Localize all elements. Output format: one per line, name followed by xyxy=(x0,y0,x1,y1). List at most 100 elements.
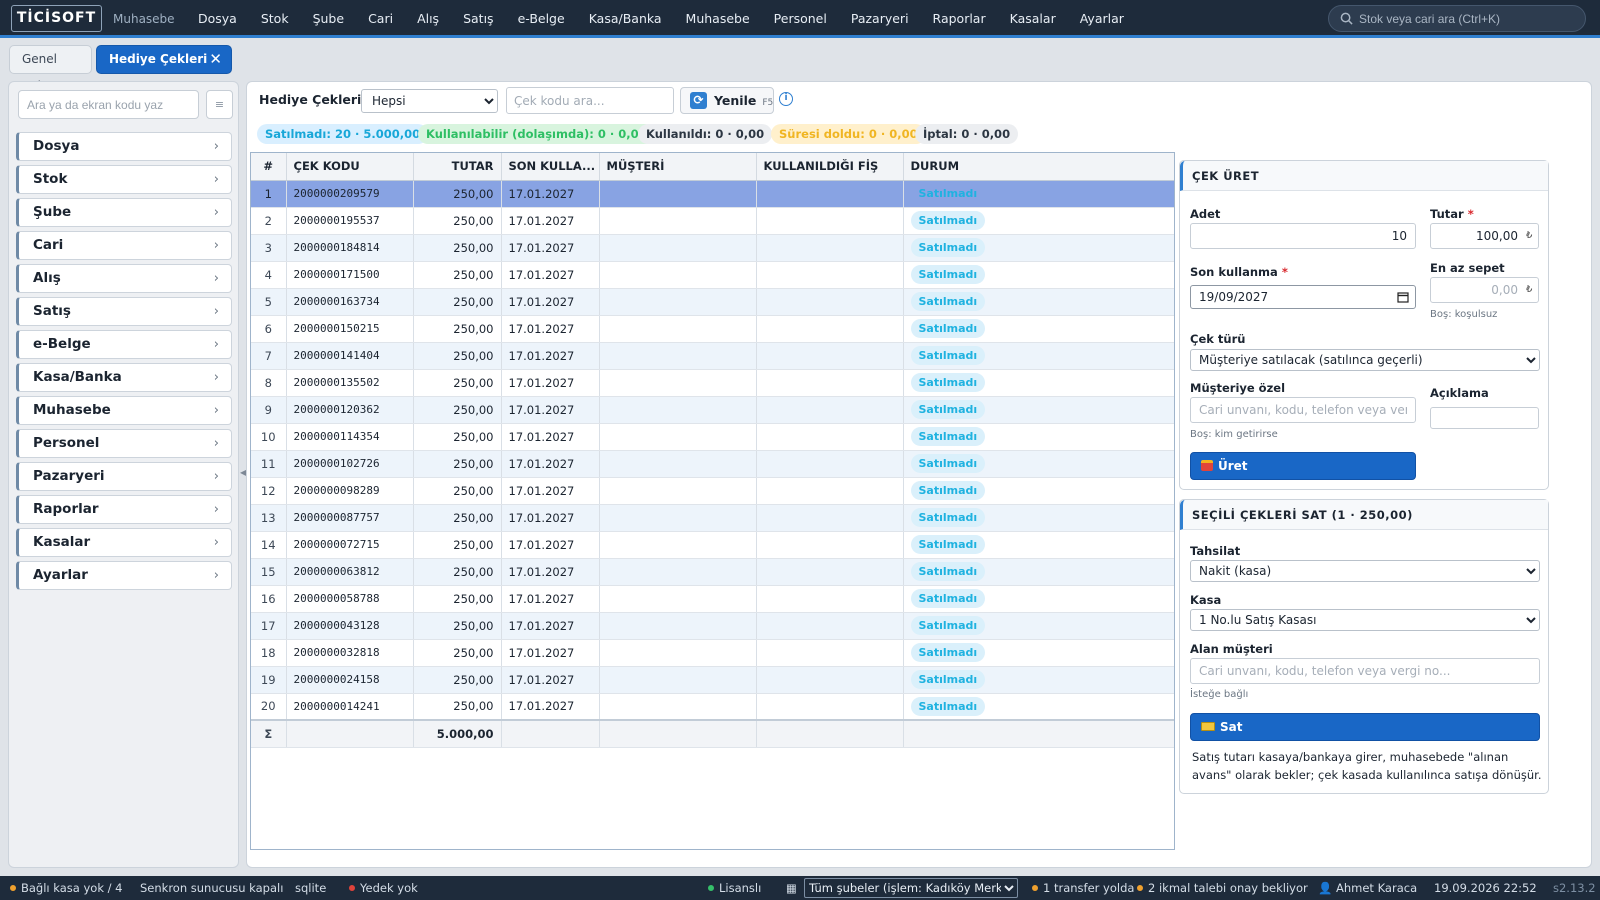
calendar-icon[interactable] xyxy=(1397,291,1409,303)
status-filter-select[interactable]: Hepsi xyxy=(361,89,498,113)
menu-item-7[interactable]: Kasa/Banka xyxy=(589,0,662,38)
sidebar-item-1[interactable]: Stok › xyxy=(16,165,232,194)
menu-item-0[interactable]: Dosya xyxy=(198,0,237,38)
tab-overview[interactable]: Genel Bakış xyxy=(9,45,92,93)
voucher-code: 2000000063812 xyxy=(286,558,414,586)
menu-item-9[interactable]: Personel xyxy=(774,0,827,38)
sidebar-item-label: Stok xyxy=(33,171,68,187)
sidebar-item-7[interactable]: Kasa/Banka › xyxy=(16,363,232,392)
voucher-code-search-input[interactable] xyxy=(506,87,674,114)
min-basket-input[interactable] xyxy=(1430,277,1539,303)
status-transfer[interactable]: 1 transfer yolda xyxy=(1032,876,1134,900)
menu-item-8[interactable]: Muhasebe xyxy=(686,0,750,38)
expiry-date-input[interactable]: 19/09/2027 xyxy=(1190,285,1416,309)
menu-item-6[interactable]: e-Belge xyxy=(518,0,565,38)
sidebar-item-9[interactable]: Personel › xyxy=(16,429,232,458)
table-row[interactable]: 3 2000000184814 250,00 17.01.2027 Satılmadı xyxy=(251,234,1174,262)
warning-dot-icon xyxy=(1032,885,1038,891)
voucher-receipt xyxy=(756,639,904,667)
cashbox-label: Kasa xyxy=(1190,593,1222,607)
status-user[interactable]: 👤 Ahmet Karaca xyxy=(1318,876,1417,900)
summary-used[interactable]: Kullanıldı: 0 · 0,00 xyxy=(638,124,773,144)
table-row[interactable]: 14 2000000072715 250,00 17.01.2027 Satılmadı xyxy=(251,531,1174,559)
sell-button[interactable]: Sat xyxy=(1190,713,1540,741)
table-row[interactable]: 10 2000000114354 250,00 17.01.2027 Satılmadı xyxy=(251,423,1174,451)
table-row[interactable]: 4 2000000171500 250,00 17.01.2027 Satılmadı xyxy=(251,261,1174,289)
menu-item-5[interactable]: Satış xyxy=(463,0,493,38)
voucher-amount: 250,00 xyxy=(413,612,502,640)
column-header-1[interactable]: ÇEK KODU xyxy=(286,153,414,181)
table-row[interactable]: 5 2000000163734 250,00 17.01.2027 Satılmadı xyxy=(251,288,1174,316)
sidebar-item-6[interactable]: e-Belge › xyxy=(16,330,232,359)
sidebar-item-0[interactable]: Dosya › xyxy=(16,132,232,161)
refresh-button[interactable]: ⟳ Yenile F5 xyxy=(680,87,774,114)
buyer-input[interactable] xyxy=(1190,658,1540,684)
menu-item-2[interactable]: Şube xyxy=(313,0,344,38)
branch-select[interactable]: Tüm şubeler (işlem: Kadıköy Merkez) xyxy=(804,878,1018,898)
generate-button[interactable]: Üret xyxy=(1190,452,1416,480)
summary-cancelled[interactable]: İptal: 0 · 0,00 xyxy=(915,124,1019,144)
menu-item-13[interactable]: Ayarlar xyxy=(1080,0,1124,38)
sidebar-item-10[interactable]: Pazaryeri › xyxy=(16,462,232,491)
table-row[interactable]: 2 2000000195537 250,00 17.01.2027 Satılmadı xyxy=(251,207,1174,235)
menu-item-3[interactable]: Cari xyxy=(368,0,393,38)
table-row[interactable]: 6 2000000150215 250,00 17.01.2027 Satılmadı xyxy=(251,315,1174,343)
sidebar-item-11[interactable]: Raporlar › xyxy=(16,495,232,524)
sidebar-item-8[interactable]: Muhasebe › xyxy=(16,396,232,425)
table-row[interactable]: 9 2000000120362 250,00 17.01.2027 Satılmadı xyxy=(251,396,1174,424)
voucher-status-cell: Satılmadı xyxy=(903,423,1174,451)
sidebar-item-3[interactable]: Cari › xyxy=(16,231,232,260)
table-row[interactable]: 8 2000000135502 250,00 17.01.2027 Satılmadı xyxy=(251,369,1174,397)
table-row[interactable]: 16 2000000058788 250,00 17.01.2027 Satılmadı xyxy=(251,585,1174,613)
sidebar-search-input[interactable] xyxy=(18,90,199,119)
required-mark: * xyxy=(1467,207,1474,221)
payment-select[interactable]: Nakit (kasa) xyxy=(1190,560,1540,582)
sidebar-item-4[interactable]: Alış › xyxy=(16,264,232,293)
menu-item-12[interactable]: Kasalar xyxy=(1010,0,1056,38)
menu-item-1[interactable]: Stok xyxy=(261,0,289,38)
table-row[interactable]: 15 2000000063812 250,00 17.01.2027 Satılmadı xyxy=(251,558,1174,586)
app-logo[interactable]: TİCİSOFT xyxy=(11,5,102,32)
sidebar-item-12[interactable]: Kasalar › xyxy=(16,528,232,557)
menu-item-4[interactable]: Alış xyxy=(417,0,439,38)
info-icon[interactable]: i xyxy=(779,92,793,106)
status-supply[interactable]: 2 ikmal talebi onay bekliyor xyxy=(1137,876,1308,900)
sidebar-item-13[interactable]: Ayarlar › xyxy=(16,561,232,590)
customer-input[interactable] xyxy=(1190,397,1416,423)
table-row[interactable]: 7 2000000141404 250,00 17.01.2027 Satılmadı xyxy=(251,342,1174,370)
status-badge: Satılmadı xyxy=(910,238,986,257)
column-header-4[interactable]: MÜŞTERİ xyxy=(599,153,757,181)
qty-label-text: Adet xyxy=(1190,207,1221,221)
column-header-6[interactable]: DURUM xyxy=(903,153,1174,181)
table-row[interactable]: 13 2000000087757 250,00 17.01.2027 Satılmadı xyxy=(251,504,1174,532)
column-header-5[interactable]: KULLANILDIĞI FİŞ xyxy=(756,153,904,181)
menu-item-11[interactable]: Raporlar xyxy=(933,0,986,38)
summary-not-sold[interactable]: Satılmadı: 20 · 5.000,00 xyxy=(257,124,429,144)
table-row[interactable]: 19 2000000024158 250,00 17.01.2027 Satılmadı xyxy=(251,666,1174,694)
global-search[interactable] xyxy=(1328,5,1586,32)
menu-icon[interactable]: ≡ xyxy=(206,90,233,119)
global-search-input[interactable] xyxy=(1359,10,1579,28)
summary-usable[interactable]: Kullanılabilir (dolaşımda): 0 · 0,00 xyxy=(418,124,655,144)
sidebar-item-5[interactable]: Satış › xyxy=(16,297,232,326)
table-row[interactable]: 18 2000000032818 250,00 17.01.2027 Satılmadı xyxy=(251,639,1174,667)
note-input[interactable] xyxy=(1430,407,1539,429)
table-row[interactable]: 20 2000000014241 250,00 17.01.2027 Satılmadı xyxy=(251,693,1174,721)
table-row[interactable]: 12 2000000098289 250,00 17.01.2027 Satılmadı xyxy=(251,477,1174,505)
column-header-3[interactable]: SON KULLA... xyxy=(501,153,600,181)
sidebar-item-2[interactable]: Şube › xyxy=(16,198,232,227)
tab-gift-vouchers[interactable]: Hediye Çekleri ✕ xyxy=(96,45,232,74)
voucher-type-select[interactable]: Müşteriye satılacak (satılınca geçerli) xyxy=(1190,349,1540,371)
amount-input[interactable] xyxy=(1430,223,1539,249)
summary-expired[interactable]: Süresi doldu: 0 · 0,00 xyxy=(771,124,926,144)
table-row[interactable]: 11 2000000102726 250,00 17.01.2027 Satılmadı xyxy=(251,450,1174,478)
table-row[interactable]: 17 2000000043128 250,00 17.01.2027 Satılmadı xyxy=(251,612,1174,640)
qty-input[interactable] xyxy=(1190,223,1416,249)
table-row[interactable]: 1 2000000209579 250,00 17.01.2027 Satılmadı xyxy=(251,180,1174,208)
column-header-0[interactable]: # xyxy=(251,153,287,181)
menu-item-10[interactable]: Pazaryeri xyxy=(851,0,909,38)
close-icon[interactable]: ✕ xyxy=(209,46,222,73)
cashbox-select[interactable]: 1 No.lu Satış Kasası xyxy=(1190,609,1540,631)
column-header-2[interactable]: TUTAR xyxy=(413,153,502,181)
voucher-amount: 250,00 xyxy=(413,423,502,451)
